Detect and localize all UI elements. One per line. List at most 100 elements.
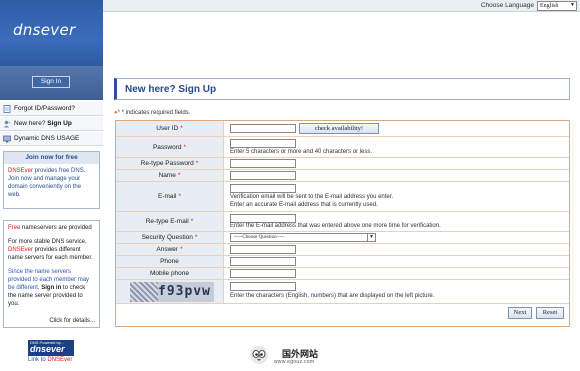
language-value: English [540, 3, 559, 9]
egouz-logo-icon [250, 346, 268, 364]
row-retype-email: Re-type E-mail * Enter the E-mail address… [116, 212, 569, 232]
p3-sign-in[interactable]: Sign in [41, 285, 61, 291]
badge-banner: DNS Powered by... dnsever [28, 340, 74, 356]
reset-button[interactable]: Reset [536, 307, 564, 319]
email-hint-2: Enter an accurate E-mail address that is… [230, 202, 378, 208]
free-rest: nameservers are provided [20, 225, 92, 231]
mobile-phone-label: Mobile phone [116, 268, 224, 279]
email-label: E-mail * [116, 182, 224, 211]
row-email: E-mail * Verification email will be sent … [116, 182, 569, 212]
row-name: Name * [116, 170, 569, 182]
captcha-hint: Enter the characters (English, numbers) … [230, 293, 435, 299]
row-mobile-phone: Mobile phone [116, 268, 569, 280]
required-note: ●* * indicates required fields. [114, 110, 190, 116]
sidebar-item-dynamic-dns-usage[interactable]: Dynamic DNS USAGE [0, 132, 103, 146]
required-star: * [190, 218, 194, 225]
sidebar-item-forgot-password[interactable]: Forgot ID/Password? [0, 102, 103, 116]
security-question-value: -----Choose Question----- [234, 235, 285, 240]
click-for-details-link[interactable]: Click for details... [49, 317, 95, 325]
security-question-select[interactable]: -----Choose Question----- ▼ [230, 233, 376, 242]
join-brand: DNSEver [8, 168, 34, 174]
captcha-noise [130, 282, 158, 302]
chevron-down-icon: ▼ [570, 3, 575, 8]
free-heading: Free nameservers are provided [8, 224, 95, 232]
join-line1: provides free DNS. [33, 168, 86, 174]
row-retype-password: Re-type Password * [116, 158, 569, 170]
label-text: Phone [160, 258, 179, 265]
egouz-url: www.egouz.com [274, 359, 315, 365]
join-title[interactable]: Join now for free [4, 152, 99, 164]
p2-text-a: For more stable DNS service, [8, 239, 87, 245]
captcha-image: f93pvw [130, 282, 214, 302]
captcha-cell: f93pvw [116, 280, 224, 303]
row-phone: Phone [116, 256, 569, 268]
answer-label: Answer * [116, 244, 224, 255]
row-security-question: Security Question * -----Choose Question-… [116, 232, 569, 244]
check-availability-button[interactable]: check availability! [299, 123, 379, 134]
user-id-input[interactable] [230, 124, 296, 133]
next-button[interactable]: Next [508, 307, 532, 319]
mobile-phone-input[interactable] [230, 269, 296, 278]
label-text: Security Question [141, 234, 193, 241]
label-text: Name [158, 172, 176, 179]
sidebar-item-sign-up[interactable]: + New here? Sign Up [0, 117, 103, 131]
sidebar-item-label: New here? [14, 120, 46, 127]
choose-language-label: Choose Language [480, 2, 534, 9]
user-id-label: User ID * [116, 121, 224, 136]
sign-in-button[interactable]: Sign In [32, 76, 70, 88]
captcha-text: f93pvw [158, 284, 211, 299]
row-password: Password * Enter 5 characters or more and… [116, 137, 569, 158]
security-question-label: Security Question * [116, 232, 224, 243]
name-input[interactable] [230, 171, 296, 180]
badge-link-b: DNSEver [47, 357, 73, 363]
badge-brand: dnsever [30, 344, 65, 354]
signup-form: User ID * check availability! Password * E… [115, 120, 570, 327]
free-word: Free [8, 225, 21, 231]
required-star: * [177, 172, 181, 179]
svg-text:+: + [8, 120, 11, 125]
answer-input[interactable] [230, 245, 296, 254]
join-text: DNSEver provides free DNS. Join now and … [4, 164, 99, 202]
retype-password-input[interactable] [230, 159, 296, 168]
logo[interactable]: dnsever [13, 21, 75, 39]
captcha-input[interactable] [230, 282, 296, 291]
nameserver-paragraph: For more stable DNS service, DNSEver pro… [8, 238, 95, 262]
chevron-down-icon: ▼ [367, 234, 375, 241]
password-input[interactable] [230, 139, 296, 148]
email-hint-1: Verification email will be sent to the E… [230, 194, 394, 200]
phone-input[interactable] [230, 257, 296, 266]
required-note-text: * indicates required fields. [119, 110, 191, 116]
retype-password-label: Re-type Password * [116, 158, 224, 169]
label-text: Mobile phone [149, 270, 190, 277]
sidebar-item-label-bold: Sign Up [47, 120, 72, 127]
badge-link[interactable]: Link to DNSEver [28, 357, 74, 363]
required-star: * [178, 193, 181, 200]
name-label: Name * [116, 170, 224, 181]
monitor-icon [3, 135, 11, 143]
required-star: * [194, 234, 198, 241]
join-line2: Join now and manage your domain convenie… [8, 176, 82, 198]
label-text: Re-type Password [140, 160, 194, 167]
required-star: * [195, 160, 199, 167]
signin-paragraph: Since the name servers provided to each … [8, 268, 95, 308]
label-text: Answer [156, 246, 179, 253]
language-select[interactable]: English ▼ [537, 1, 577, 11]
password-hint: Enter 5 characters or more and 40 charac… [230, 149, 373, 155]
join-box: Join now for free DNSEver provides free … [3, 151, 100, 209]
row-user-id: User ID * check availability! [116, 121, 569, 137]
page-title: New here? Sign Up [125, 84, 217, 95]
phone-label: Phone [116, 256, 224, 267]
row-captcha: f93pvw Enter the characters (English, nu… [116, 280, 569, 304]
retype-email-input[interactable] [230, 214, 296, 223]
document-icon [3, 105, 11, 113]
egouz-watermark: 国外网站 www.egouz.com [248, 344, 338, 370]
label-text: User ID [156, 125, 179, 132]
page-header: New here? Sign Up [114, 78, 570, 100]
required-star: * [180, 125, 183, 132]
retype-email-hint: Enter the E-mail address that was entere… [230, 223, 441, 229]
dnsever-badge[interactable]: DNS Powered by... dnsever Link to DNSEve… [28, 340, 74, 364]
email-input[interactable] [230, 184, 296, 193]
password-label: Password * [116, 137, 224, 157]
label-text: Re-type E-mail [145, 218, 189, 225]
p2-brand: DNSEver [8, 247, 34, 253]
